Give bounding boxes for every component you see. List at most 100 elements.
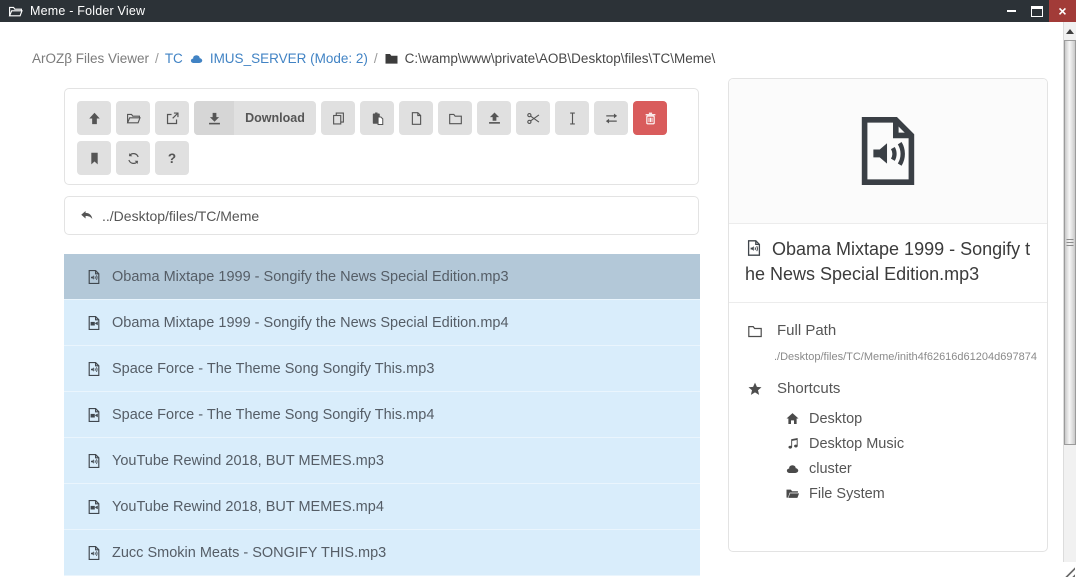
file-row[interactable]: YouTube Rewind 2018, BUT MEMES.mp4 <box>64 484 700 530</box>
file-audio-icon <box>745 239 763 257</box>
up-triangle-icon <box>1066 29 1074 34</box>
scrollbar-grip-icon <box>1067 239 1074 247</box>
go-up-button[interactable] <box>77 101 111 135</box>
trash-icon <box>643 111 658 126</box>
window-title: Meme - Folder View <box>30 4 145 18</box>
full-path-label: Full Path <box>777 322 836 339</box>
app-window: Meme - Folder View × ArOZβ Files Viewer … <box>0 0 1076 578</box>
folder-icon <box>384 51 399 66</box>
arrow-up-icon <box>87 111 102 126</box>
folder-open-icon <box>8 4 23 19</box>
breadcrumb-vroot-link[interactable]: TC <box>165 51 183 66</box>
download-icon <box>207 111 222 126</box>
scrollbar-thumb[interactable] <box>1064 40 1076 445</box>
bookmark-icon <box>87 151 102 166</box>
file-name: Obama Mixtape 1999 - Songify the News Sp… <box>112 269 509 285</box>
paste-button[interactable] <box>360 101 394 135</box>
file-row[interactable]: YouTube Rewind 2018, BUT MEMES.mp3 <box>64 438 700 484</box>
toolbar-row-2: ? <box>77 141 686 175</box>
rename-button[interactable] <box>555 101 589 135</box>
open-in-new-window-button[interactable] <box>155 101 189 135</box>
full-path-value: ./Desktop/files/TC/Meme/inith4f62616d612… <box>729 351 1047 363</box>
breadcrumb-server-link[interactable]: IMUS_SERVER (Mode: 2) <box>210 51 368 66</box>
upload-button[interactable] <box>477 101 511 135</box>
move-button[interactable] <box>594 101 628 135</box>
file-name: Zucc Smokin Meats - SONGIFY THIS.mp3 <box>112 545 386 561</box>
shortcut-item[interactable]: Desktop Music <box>785 431 1047 456</box>
relative-path: ../Desktop/files/TC/Meme <box>102 208 259 224</box>
file-row[interactable]: Obama Mixtape 1999 - Songify the News Sp… <box>64 300 700 346</box>
paste-icon <box>370 111 385 126</box>
file-name: Obama Mixtape 1999 - Songify the News Sp… <box>112 315 509 331</box>
ibeam-icon <box>565 111 580 126</box>
scroll-up-arrow[interactable] <box>1064 24 1076 38</box>
file-row[interactable]: Space Force - The Theme Song Songify Thi… <box>64 346 700 392</box>
file-audio-icon <box>86 269 102 285</box>
maximize-icon <box>1031 6 1043 17</box>
file-video-icon <box>86 407 102 423</box>
file-audio-icon <box>86 545 102 561</box>
copy-button[interactable] <box>321 101 355 135</box>
file-name: Space Force - The Theme Song Songify Thi… <box>112 361 434 377</box>
download-button-label: Download <box>234 111 316 125</box>
copy-icon <box>331 111 346 126</box>
file-row[interactable]: Space Force - The Theme Song Songify Thi… <box>64 392 700 438</box>
folder-open-solid-icon <box>785 486 800 501</box>
delete-button[interactable] <box>633 101 667 135</box>
home-icon <box>785 411 800 426</box>
cut-icon <box>526 111 541 126</box>
new-file-button[interactable] <box>399 101 433 135</box>
file-row[interactable]: Obama Mixtape 1999 - Songify the News Sp… <box>64 254 700 300</box>
new-folder-button[interactable] <box>438 101 472 135</box>
help-button[interactable]: ? <box>155 141 189 175</box>
minimize-button[interactable] <box>999 0 1024 22</box>
shortcut-item[interactable]: Desktop <box>785 406 1047 431</box>
file-name: YouTube Rewind 2018, BUT MEMES.mp4 <box>112 499 384 515</box>
full-path-row: Full Path <box>729 315 1047 346</box>
shortcut-item[interactable]: File System <box>785 481 1047 506</box>
cut-button[interactable] <box>516 101 550 135</box>
upload-icon <box>487 111 502 126</box>
shortcut-item[interactable]: cluster <box>785 456 1047 481</box>
download-button[interactable]: Download <box>194 101 316 135</box>
toolbar-row-1: Download <box>77 101 686 135</box>
breadcrumb-separator: / <box>155 51 159 66</box>
file-name: YouTube Rewind 2018, BUT MEMES.mp3 <box>112 453 384 469</box>
file-name: Space Force - The Theme Song Songify Thi… <box>112 407 434 423</box>
file-list: Obama Mixtape 1999 - Songify the News Sp… <box>64 254 700 576</box>
shortcuts-label: Shortcuts <box>777 380 840 397</box>
file-video-icon <box>86 499 102 515</box>
file-video-icon <box>86 315 102 331</box>
path-bar[interactable]: ../Desktop/files/TC/Meme <box>64 196 699 235</box>
shortcut-label: File System <box>809 486 885 502</box>
shortcuts-list: Desktop Desktop Music cluster File Syste… <box>729 406 1047 506</box>
bookmark-button[interactable] <box>77 141 111 175</box>
toolbar: Download ? <box>64 88 699 185</box>
help-button-label: ? <box>168 151 176 166</box>
refresh-icon <box>126 151 141 166</box>
external-icon <box>165 111 180 126</box>
close-button[interactable]: × <box>1049 0 1076 22</box>
file-preview <box>729 79 1047 224</box>
open-button[interactable] <box>116 101 150 135</box>
shortcut-label: cluster <box>809 461 852 477</box>
refresh-button[interactable] <box>116 141 150 175</box>
titlebar: Meme - Folder View × <box>0 0 1076 22</box>
maximize-button[interactable] <box>1024 0 1049 22</box>
resize-grip[interactable] <box>1060 562 1075 577</box>
current-path: C:\wamp\www\private\AOB\Desktop\files\TC… <box>405 51 716 66</box>
scrollbar[interactable] <box>1063 22 1076 562</box>
file-icon <box>409 111 424 126</box>
file-details: Full Path ./Desktop/files/TC/Meme/inith4… <box>729 303 1047 506</box>
file-row[interactable]: Zucc Smokin Meats - SONGIFY THIS.mp3 <box>64 530 700 576</box>
breadcrumb-separator: / <box>374 51 378 66</box>
music-icon <box>785 436 800 451</box>
reply-arrow-icon <box>79 208 94 223</box>
folder-icon <box>747 323 763 339</box>
close-icon: × <box>1058 4 1066 18</box>
file-details-panel: Obama Mixtape 1999 - Songify the News Sp… <box>728 78 1048 552</box>
minimize-icon <box>1007 10 1016 12</box>
file-audio-icon <box>86 361 102 377</box>
shortcuts-row: Shortcuts <box>729 373 1047 404</box>
folder-icon <box>448 111 463 126</box>
